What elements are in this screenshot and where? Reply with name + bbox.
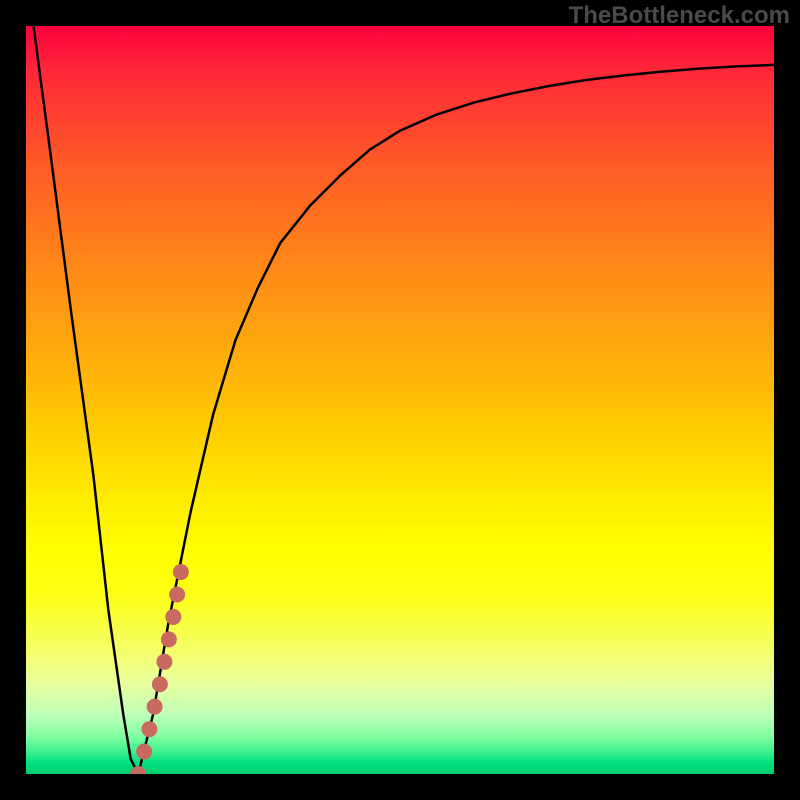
highlight-dot bbox=[147, 699, 163, 715]
highlight-dot bbox=[152, 676, 168, 692]
chart-svg bbox=[26, 26, 774, 774]
highlight-dot bbox=[169, 586, 185, 602]
chart-frame: TheBottleneck.com bbox=[0, 0, 800, 800]
bottleneck-curve bbox=[33, 26, 774, 774]
highlight-dot bbox=[141, 721, 157, 737]
plot-gradient-background bbox=[26, 26, 774, 774]
highlight-dot bbox=[156, 654, 172, 670]
highlight-dot bbox=[173, 564, 189, 580]
highlight-dot bbox=[161, 631, 177, 647]
watermark-text: TheBottleneck.com bbox=[569, 2, 790, 30]
highlight-dot bbox=[165, 609, 181, 625]
highlight-dot bbox=[130, 766, 146, 774]
highlight-dot bbox=[136, 744, 152, 760]
